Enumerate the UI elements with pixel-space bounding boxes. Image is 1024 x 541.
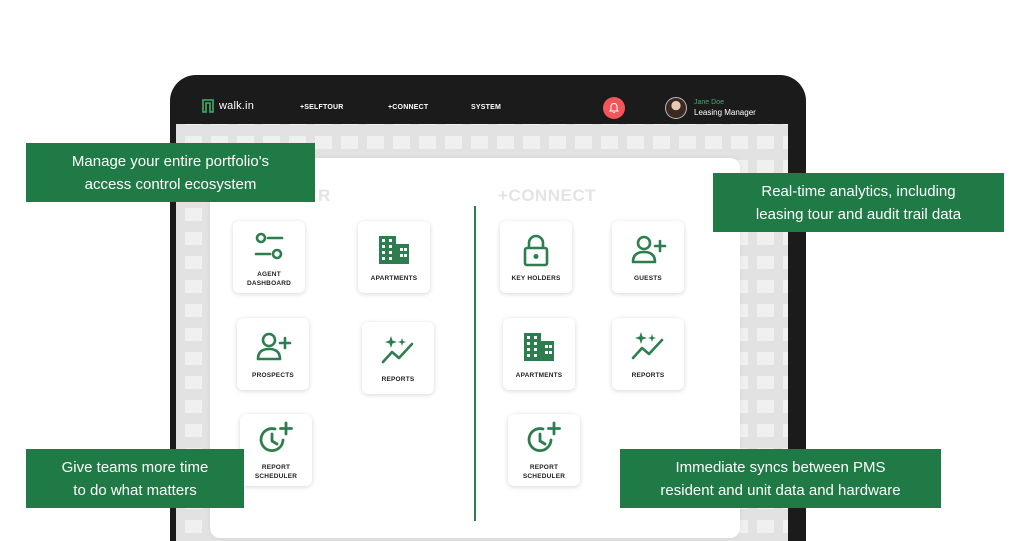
tile-label: PROSPECTS [252,372,294,379]
tile-label: AGENT DASHBOARD [246,270,292,287]
connect-section-title: +CONNECT [498,186,596,205]
tile-reports[interactable]: REPORTS [612,318,684,390]
section-divider [474,206,476,521]
tile-reports[interactable]: REPORTS [362,322,434,394]
callout-syncs: Immediate syncs between PMS resident and… [620,449,941,508]
avatar[interactable] [665,97,687,119]
tile-apartments[interactable]: APARTMENTS [503,318,575,390]
walkin-logo[interactable]: walk.in [202,99,254,113]
lock-icon [523,234,549,267]
tile-label: APARTMENTS [370,275,418,282]
nav-connect[interactable]: +CONNECT [388,104,428,111]
user-name: Jane Doe [694,99,724,106]
nav-system[interactable]: SYSTEM [471,104,501,111]
notification-button[interactable] [603,97,625,119]
nav-selftour[interactable]: +SELFTOUR [300,104,343,111]
tile-label: KEY HOLDERS [511,275,561,282]
tile-label: REPORTS [631,372,665,379]
tile-guests[interactable]: GUESTS [612,221,684,293]
tile-label: REPORTS [381,376,415,383]
logo-icon [202,99,214,113]
building-icon [524,333,554,361]
user-role: Leasing Manager [694,108,756,117]
tile-key-holders[interactable]: KEY HOLDERS [500,221,572,293]
building-icon [379,236,409,264]
tile-label: REPORT SCHEDULER [522,463,566,480]
clock-plus-icon [259,421,293,452]
tile-report-scheduler[interactable]: REPORT SCHEDULER [240,414,312,486]
logo-text: walk.in [219,100,255,112]
sliders-icon [254,232,284,259]
tile-prospects[interactable]: PROSPECTS [237,318,309,390]
tile-apartments[interactable]: APARTMENTS [358,221,430,293]
top-nav-bar: walk.in +SELFTOUR +CONNECT SYSTEM Jane D… [172,88,788,124]
sparkle-chart-icon [631,332,664,360]
clock-plus-icon [527,421,561,452]
sparkle-chart-icon [381,336,414,364]
bell-icon [609,102,619,114]
tile-label: APARTMENTS [515,372,563,379]
callout-portfolio: Manage your entire portfolio's access co… [26,143,315,202]
selftour-section-title: R [318,186,331,205]
callout-time: Give teams more time to do what matters [26,449,244,508]
callout-analytics: Real-time analytics, including leasing t… [713,173,1004,232]
user-plus-icon [631,235,667,264]
tile-report-scheduler[interactable]: REPORT SCHEDULER [508,414,580,486]
tile-agent-dashboard[interactable]: AGENT DASHBOARD [233,221,305,293]
user-plus-icon [256,332,292,361]
tile-label: GUESTS [634,275,662,282]
tile-label: REPORT SCHEDULER [254,463,298,480]
